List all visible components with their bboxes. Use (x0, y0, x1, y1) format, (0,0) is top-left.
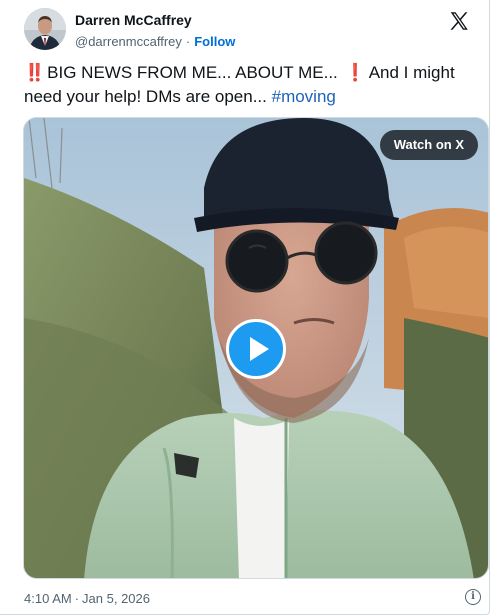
follow-button[interactable]: Follow (194, 34, 235, 49)
author-name[interactable]: Darren McCaffrey (75, 12, 192, 28)
video-media[interactable]: Watch on X (23, 117, 489, 579)
tweet-date: Jan 5, 2026 (82, 591, 150, 606)
tweet-header: Darren McCaffrey @darrenmccaffrey · Follow (0, 0, 490, 58)
double-exclamation-emoji: ‼️ (24, 63, 45, 82)
exclamation-emoji: ❗ (344, 63, 366, 82)
tweet-embed-card: Darren McCaffrey @darrenmccaffrey · Follow… (0, 0, 490, 615)
author-handle[interactable]: @darrenmccaffrey (75, 34, 182, 49)
play-button[interactable] (226, 319, 286, 379)
watch-on-x-button[interactable]: Watch on X (379, 130, 478, 160)
separator-dot: · (185, 34, 191, 49)
tweet-text: ‼️ BIG NEWS FROM ME... ABOUT ME... ❗ And I… (24, 61, 474, 109)
timestamp-separator: · (74, 591, 80, 606)
x-logo-icon[interactable] (448, 10, 470, 32)
info-icon[interactable]: i (465, 589, 481, 605)
avatar[interactable] (24, 8, 66, 50)
tweet-time: 4:10 AM (24, 591, 72, 606)
tweet-timestamp[interactable]: 4:10 AM · Jan 5, 2026 (24, 591, 150, 606)
avatar-image (24, 8, 66, 50)
play-icon (250, 337, 269, 361)
tweet-text-main: BIG NEWS FROM ME... ABOUT ME... (47, 63, 338, 82)
hashtag-link[interactable]: #moving (272, 87, 336, 106)
author-handle-row: @darrenmccaffrey · Follow (75, 34, 235, 49)
